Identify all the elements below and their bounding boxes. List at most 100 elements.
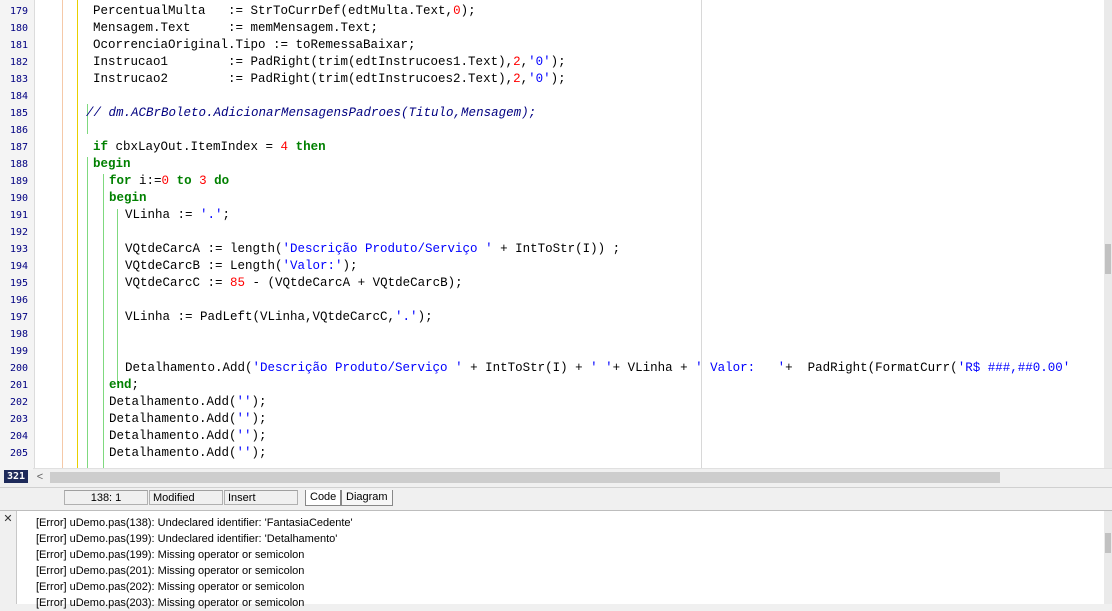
code-line[interactable]: Instrucao2 := PadRight(trim(edtInstrucoe… [93, 71, 566, 88]
code-token: PercentualMulta := StrToCurrDef(edtMulta… [93, 4, 454, 18]
code-token: ); [251, 412, 267, 426]
code-token: Detalhamento.Add( [109, 412, 237, 426]
messages-vertical-scroll-thumb[interactable] [1105, 533, 1111, 553]
code-line[interactable]: begin [109, 190, 147, 207]
code-line[interactable]: VLinha := PadLeft(VLinha,VQtdeCarcC,'.')… [125, 309, 433, 326]
code-token: Detalhamento.Add( [109, 395, 237, 409]
code-token: if [93, 140, 109, 154]
error-message[interactable]: [Error] uDemo.pas(199): Undeclared ident… [36, 531, 337, 547]
line-number: 187 [9, 142, 28, 153]
code-token: 'Valor:' [282, 259, 343, 273]
code-token: VQtdeCarcC := [125, 276, 231, 290]
error-message[interactable]: [Error] uDemo.pas(199): Missing operator… [36, 547, 304, 563]
code-line[interactable]: Detalhamento.Add('Descrição Produto/Serv… [125, 360, 1070, 377]
line-number: 204 [9, 431, 28, 442]
code-token: ' Valor: ' [695, 361, 786, 375]
code-token: ); [550, 55, 566, 69]
code-editor[interactable]: 179 180 181 182 183 184 185 186 187 188 189 190 191 1… [0, 0, 1112, 470]
margin-guide-left [62, 0, 63, 470]
code-line[interactable]: begin [93, 156, 131, 173]
code-token: ; [131, 378, 140, 392]
code-token: ); [251, 446, 267, 460]
code-line[interactable]: Detalhamento.Add(''); [109, 428, 267, 445]
code-line[interactable]: VLinha := '.'; [125, 207, 230, 224]
code-line[interactable]: PercentualMulta := StrToCurrDef(edtMulta… [93, 3, 476, 20]
tab-diagram[interactable]: Diagram [341, 490, 393, 506]
messages-vertical-scrollbar[interactable] [1104, 511, 1112, 604]
insert-mode-indicator: Insert [224, 490, 298, 505]
messages-panel[interactable]: ✕ [Error] uDemo.pas(138): Undeclared ide… [0, 510, 1112, 609]
code-token: ); [342, 259, 358, 273]
code-token: 3 [199, 174, 207, 188]
code-line[interactable]: Detalhamento.Add(''); [109, 394, 267, 411]
line-number: 194 [9, 261, 28, 272]
code-token: VQtdeCarcA := length( [125, 242, 283, 256]
editor-horizontal-scrollbar[interactable]: < [33, 468, 1112, 486]
code-token: 2 [513, 55, 521, 69]
code-line[interactable]: VQtdeCarcA := length('Descrição Produto/… [125, 241, 620, 258]
line-number: 188 [9, 159, 28, 170]
code-token: '' [236, 412, 252, 426]
line-number: 195 [9, 278, 28, 289]
tab-code[interactable]: Code [305, 490, 342, 506]
code-token: 85 [230, 276, 246, 290]
code-token: ); [251, 429, 267, 443]
structure-guide-yellow [77, 0, 78, 470]
line-number: 202 [9, 397, 28, 408]
code-token: Detalhamento.Add( [125, 361, 253, 375]
code-token: '' [236, 429, 252, 443]
code-token: Detalhamento.Add( [109, 429, 237, 443]
close-icon[interactable]: ✕ [2, 513, 14, 525]
code-line[interactable]: Detalhamento.Add(''); [109, 445, 267, 462]
code-token: 'R$ ###,##0.00' [957, 361, 1071, 375]
code-token: ); [460, 4, 476, 18]
error-message[interactable]: [Error] uDemo.pas(201): Missing operator… [36, 563, 304, 579]
code-token: '.' [395, 310, 418, 324]
code-token: ); [251, 395, 267, 409]
error-message[interactable]: [Error] uDemo.pas(138): Undeclared ident… [36, 515, 353, 531]
code-token: , [520, 72, 529, 86]
code-token: ); [550, 72, 566, 86]
code-token: 'Descrição Produto/Serviço ' [252, 361, 463, 375]
code-token: '.' [200, 208, 223, 222]
code-token: to [176, 174, 192, 188]
line-number: 179 [9, 6, 28, 17]
line-number-gutter: 179 180 181 182 183 184 185 186 187 188 189 190 191 1… [0, 0, 35, 470]
code-line[interactable]: end; [109, 377, 139, 394]
line-number: 191 [9, 210, 28, 221]
code-line[interactable]: Instrucao1 := PadRight(trim(edtInstrucoe… [93, 54, 566, 71]
code-token: ); [417, 310, 433, 324]
line-number: 183 [9, 74, 28, 85]
editor-vertical-scrollbar[interactable] [1104, 0, 1112, 470]
code-token: // dm.ACBrBoleto.AdicionarMensagensPadro… [86, 106, 537, 120]
cursor-position: 138: 1 [64, 490, 148, 505]
code-token: 4 [280, 140, 289, 154]
scroll-left-arrow-icon[interactable]: < [33, 469, 47, 486]
modified-indicator: Modified [149, 490, 223, 505]
editor-horizontal-scroll-thumb[interactable] [50, 472, 1000, 483]
editor-vertical-scroll-thumb[interactable] [1105, 244, 1111, 274]
code-line[interactable]: for i:=0 to 3 do [109, 173, 229, 190]
code-line[interactable]: VQtdeCarcC := 85 - (VQtdeCarcA + VQtdeCa… [125, 275, 463, 292]
line-number: 203 [9, 414, 28, 425]
error-message[interactable]: [Error] uDemo.pas(203): Missing operator… [36, 595, 304, 611]
code-token: Detalhamento.Add( [109, 446, 237, 460]
code-token: + IntToStr(I)) ; [492, 242, 621, 256]
error-message[interactable]: [Error] uDemo.pas(202): Missing operator… [36, 579, 304, 595]
code-line[interactable]: if cbxLayOut.ItemIndex = 4 then [93, 139, 326, 156]
code-token: '' [236, 395, 252, 409]
code-token: + PadRight(FormatCurr( [785, 361, 958, 375]
line-count-badge: 321 [4, 470, 28, 483]
line-number: 190 [9, 193, 28, 204]
line-number: 184 [9, 91, 28, 102]
code-token: Instrucao1 := PadRight(trim(edtInstrucoe… [93, 55, 514, 69]
code-line[interactable]: VQtdeCarcB := Length('Valor:'); [125, 258, 358, 275]
code-line[interactable]: OcorrenciaOriginal.Tipo := toRemessaBaix… [93, 37, 416, 54]
code-token: '' [236, 446, 252, 460]
code-line[interactable]: Detalhamento.Add(''); [109, 411, 267, 428]
code-token: end [109, 378, 132, 392]
code-line[interactable]: Mensagem.Text := memMensagem.Text; [93, 20, 378, 37]
code-line[interactable]: // dm.ACBrBoleto.AdicionarMensagensPadro… [86, 105, 536, 122]
